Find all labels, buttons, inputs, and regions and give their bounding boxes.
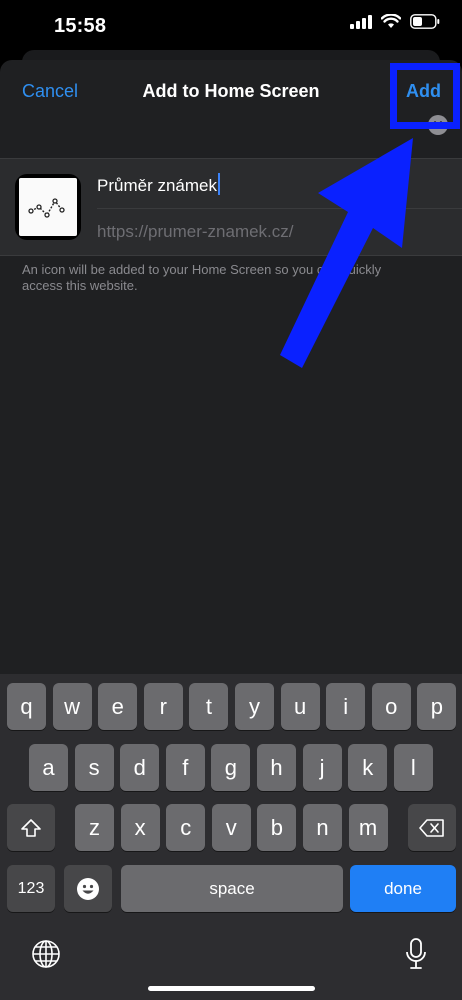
microphone-icon[interactable] (402, 936, 430, 972)
keyboard: qwertyuiop asdfghjkl zxcvbnm 123 space don… (0, 674, 462, 1000)
key-g[interactable]: g (211, 744, 251, 791)
cancel-button[interactable]: Cancel (22, 81, 78, 102)
key-d[interactable]: d (120, 744, 160, 791)
home-indicator (148, 986, 315, 991)
backspace-key[interactable] (408, 804, 456, 851)
key-h[interactable]: h (257, 744, 296, 791)
numbers-key[interactable]: 123 (7, 865, 55, 912)
status-bar: 15:58 (0, 0, 462, 54)
emoji-icon (77, 877, 99, 900)
key-l[interactable]: l (393, 744, 433, 791)
space-key[interactable]: space (121, 865, 343, 912)
emoji-key[interactable] (64, 865, 112, 912)
bookmark-url: https://prumer-znamek.cz/ (97, 222, 294, 241)
key-v[interactable]: v (211, 804, 251, 851)
key-i[interactable]: i (326, 683, 366, 730)
status-time: 15:58 (54, 15, 107, 37)
globe-icon[interactable] (30, 938, 62, 970)
bookmark-app-icon (15, 174, 81, 240)
key-x[interactable]: x (120, 804, 160, 851)
key-s[interactable]: s (74, 744, 114, 791)
key-m[interactable]: m (348, 804, 388, 851)
hint-text: An icon will be added to your Home Scree… (22, 262, 382, 293)
annotation-highlight-box (390, 63, 460, 129)
status-icons (350, 13, 440, 34)
key-c[interactable]: c (166, 804, 206, 851)
key-q[interactable]: q (7, 683, 46, 730)
field-divider (97, 208, 462, 209)
key-n[interactable]: n (303, 804, 342, 851)
shift-icon (21, 818, 41, 837)
key-a[interactable]: a (29, 744, 68, 791)
bookmark-card: Průměr známek https://prumer-znamek.cz/ (0, 158, 462, 256)
key-u[interactable]: u (280, 683, 320, 730)
key-y[interactable]: y (235, 683, 274, 730)
text-caret (217, 173, 220, 195)
backspace-icon (419, 818, 444, 837)
key-b[interactable]: b (257, 804, 297, 851)
key-w[interactable]: w (52, 683, 92, 730)
key-k[interactable]: k (348, 744, 388, 791)
shift-key[interactable] (7, 804, 55, 851)
key-t[interactable]: t (189, 683, 229, 730)
key-j[interactable]: j (302, 744, 342, 791)
key-e[interactable]: e (98, 683, 138, 730)
key-f[interactable]: f (165, 744, 205, 791)
signal-icon (350, 14, 372, 34)
chart-line-icon (19, 178, 77, 236)
bookmark-name-value: Průměr známek (97, 176, 217, 195)
key-r[interactable]: r (143, 683, 183, 730)
key-z[interactable]: z (75, 804, 114, 851)
done-key[interactable]: done (350, 865, 456, 912)
bookmark-name-field[interactable]: Průměr známek (97, 173, 417, 197)
key-p[interactable]: p (417, 683, 457, 730)
key-o[interactable]: o (371, 683, 411, 730)
wifi-icon (380, 13, 402, 34)
battery-icon (410, 14, 440, 34)
